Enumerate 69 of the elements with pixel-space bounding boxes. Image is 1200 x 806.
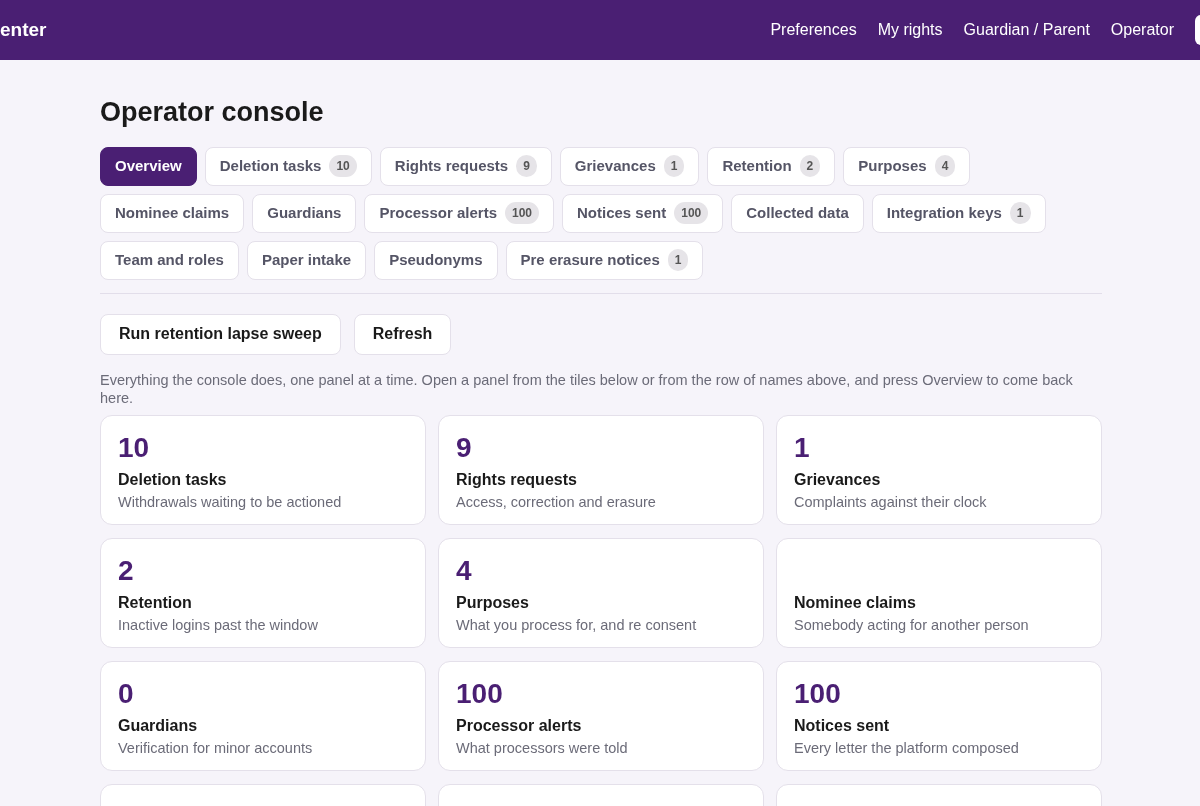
tile-subtitle: Somebody acting for another person [794, 615, 1030, 635]
count-badge: 10 [329, 155, 357, 177]
tab[interactable]: Team and roles [100, 240, 239, 280]
tab[interactable]: Purposes 4 [843, 146, 971, 186]
summary-tile[interactable]: 100 Processor alerts What processors were told [438, 660, 764, 771]
count-badge: 1 [663, 155, 685, 177]
tab[interactable]: Grievances 1 [559, 146, 700, 186]
tile-subtitle: What you process for, and re consent [456, 615, 698, 635]
tab[interactable]: Integration keys 1 [871, 193, 1046, 233]
summary-tile[interactable]: 100 Notices sent Every letter the platform composed [776, 660, 1102, 771]
tile-title: Notices sent [794, 715, 891, 736]
tile-title: Retention [118, 592, 193, 613]
tile-count: 4 [456, 554, 473, 587]
tile-subtitle: Verification for minor accounts [118, 738, 314, 758]
tile-subtitle: Inactive logins past the window [118, 615, 319, 635]
tile-title: Deletion tasks [118, 469, 228, 490]
tab[interactable]: Processor alerts 100 [364, 193, 554, 233]
summary-tile[interactable]: 2 Retention Inactive logins past the window [100, 537, 426, 648]
tab[interactable]: Paper intake [246, 240, 367, 280]
tab[interactable]: Deletion tasks 10 [204, 146, 372, 186]
tab[interactable]: Notices sent 100 [562, 193, 724, 233]
nav-link[interactable]: My rights [877, 18, 943, 42]
tile-subtitle: Every letter the platform composed [794, 738, 1020, 758]
tile-count: 1 [794, 431, 811, 464]
count-badge: 9 [516, 155, 537, 177]
tile-title: Grievances [794, 469, 882, 490]
nav-link[interactable]: Preferences [770, 18, 857, 42]
tile-count: 9 [456, 431, 473, 464]
tab[interactable]: Pseudonyms [374, 240, 498, 280]
page-title: Operator console [100, 96, 325, 129]
action-button[interactable]: Run retention lapse sweep [100, 313, 341, 355]
tile-subtitle: Withdrawals waiting to be actioned [118, 492, 343, 512]
tile-title: Rights requests [456, 469, 578, 490]
action-button[interactable]: Refresh [353, 313, 452, 355]
tab[interactable]: Nominee claims [100, 193, 245, 233]
summary-tile[interactable]: 10 Deletion tasks Withdrawals waiting to be actioned [100, 414, 426, 525]
count-badge: 2 [799, 155, 821, 177]
tile-count: 0 [118, 677, 135, 710]
tile-subtitle: Access, correction and erasure [456, 492, 657, 512]
intro-text: Everything the console does, one panel at a time. Open a panel from the tiles below or from the row of names above, and press Overview to come back here. [100, 370, 1074, 407]
tile-title: Nominee claims [794, 592, 917, 613]
summary-tile[interactable]: 1 Grievances Complaints against their clock [776, 414, 1102, 525]
count-badge: 100 [674, 202, 709, 224]
tile-count: 10 [118, 431, 151, 464]
summary-tile[interactable]: 9 Rights requests Access, correction and erasure [438, 414, 764, 525]
nav-link[interactable]: Operator [1110, 18, 1174, 42]
summary-tile[interactable]: Nominee claims Somebody acting for another person [776, 537, 1102, 648]
brand-name: enter [0, 17, 47, 42]
summary-tile[interactable]: 0 Guardians Verification for minor accounts [100, 660, 426, 771]
tab[interactable]: Rights requests 9 [379, 146, 552, 186]
tab[interactable]: Pre erasure notices 1 [505, 240, 704, 280]
tab[interactable]: Collected data [731, 193, 864, 233]
tile-subtitle: Complaints against their clock [794, 492, 988, 512]
tile-title: Guardians [118, 715, 199, 736]
tile-count: 100 [794, 677, 842, 710]
tile-title: Processor alerts [456, 715, 583, 736]
tile-count: 100 [456, 677, 504, 710]
tab[interactable]: Guardians [252, 193, 357, 233]
count-badge: 4 [934, 155, 956, 177]
count-badge: 100 [505, 202, 539, 224]
tile-subtitle: What processors were told [456, 738, 629, 758]
tile-count: 2 [118, 554, 135, 587]
tile-title: Purposes [456, 592, 530, 613]
count-badge: 1 [667, 249, 689, 271]
tab[interactable]: Overview [100, 146, 197, 186]
summary-tile[interactable]: 4 Purposes What you process for, and re consent [438, 537, 764, 648]
nav-link[interactable]: Guardian / Parent [963, 18, 1090, 42]
count-badge: 1 [1009, 202, 1031, 224]
tab[interactable]: Retention 2 [707, 146, 836, 186]
